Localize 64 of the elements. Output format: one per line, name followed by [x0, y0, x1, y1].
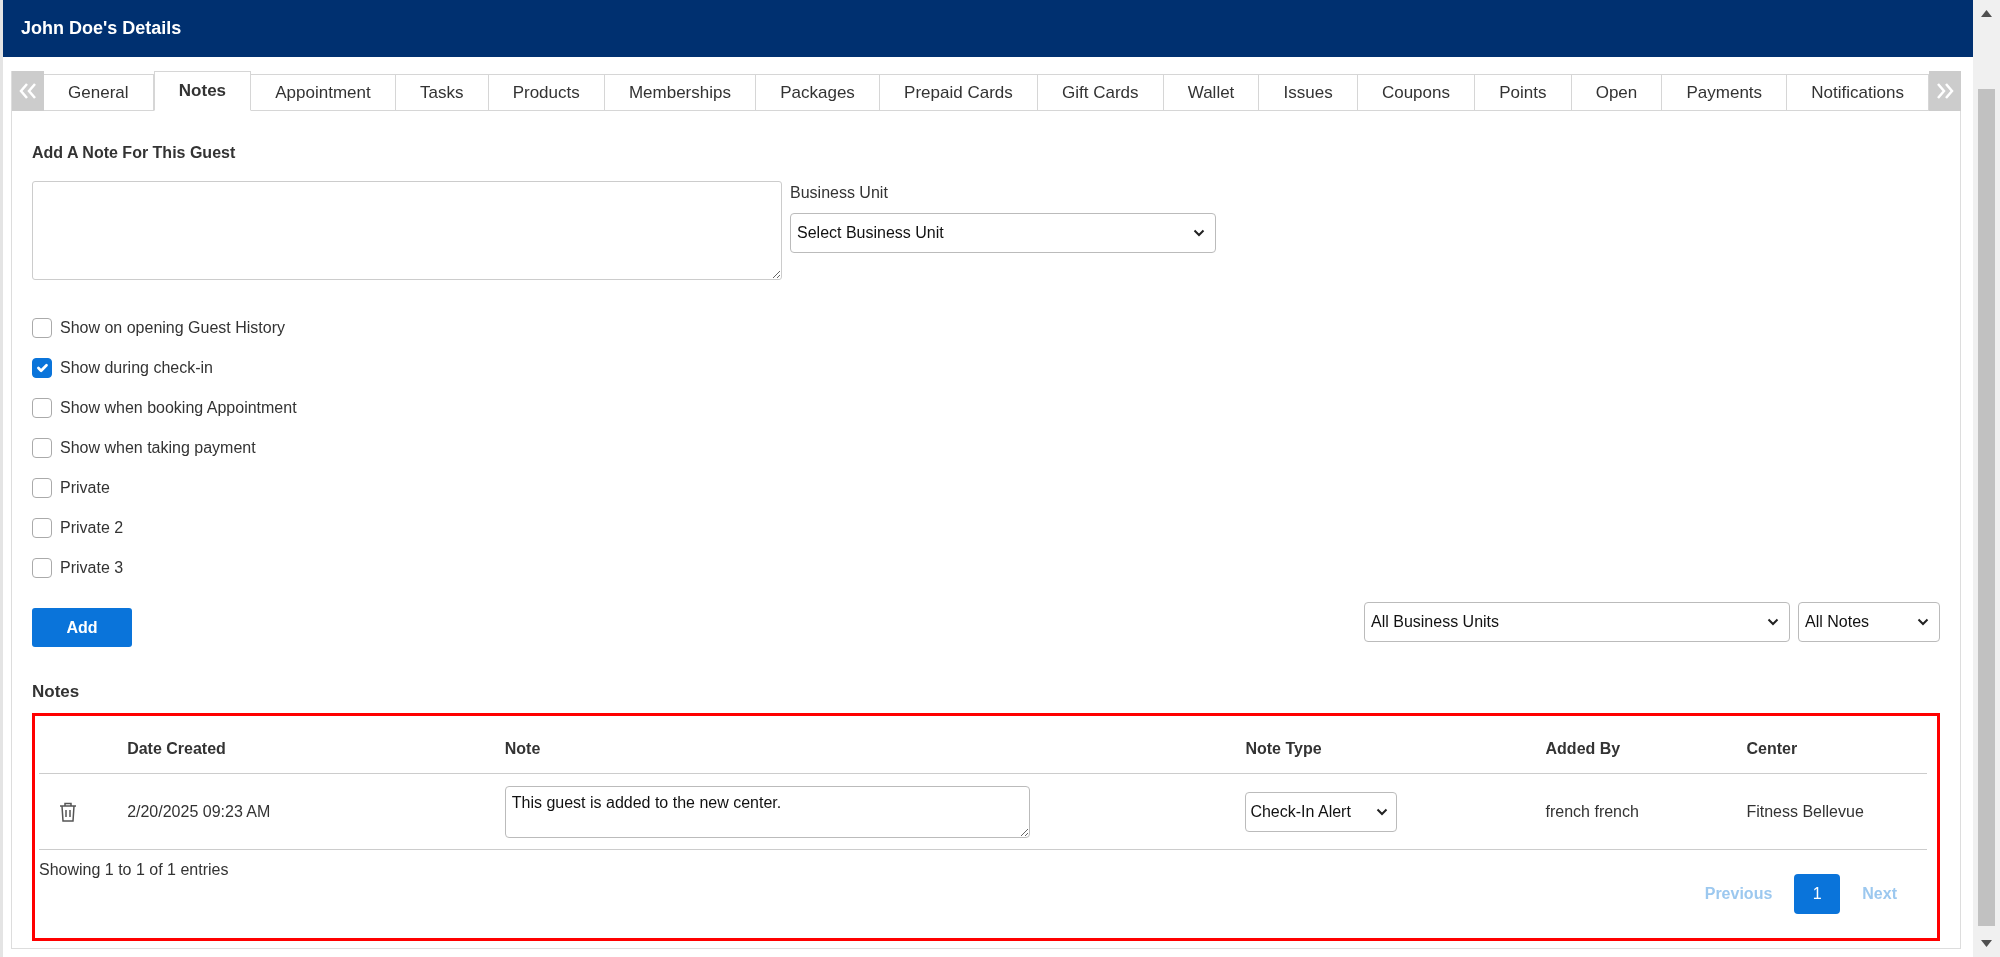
checkbox[interactable] — [32, 478, 52, 498]
filter-dropdown[interactable]: All Notes — [1798, 601, 1940, 642]
checkbox-label: Private 2 — [60, 518, 124, 538]
table-cell: 2/20/2025 09:23 AM — [126, 773, 504, 850]
field-label: Business Unit — [790, 183, 889, 203]
note-field[interactable]: This guest is added to the new center. — [504, 785, 1030, 838]
scroll-left-button[interactable] — [12, 71, 44, 111]
checkbox[interactable] — [32, 358, 52, 378]
column-header: Added By — [1544, 725, 1746, 774]
tab[interactable]: Wallet — [1163, 74, 1260, 111]
column-header: Note — [503, 725, 1245, 774]
checkbox-label: Show when taking payment — [60, 438, 256, 458]
caret-icon — [1767, 617, 1779, 626]
caret-icon — [1917, 617, 1929, 626]
form-heading: Add A Note For This Guest — [32, 143, 237, 163]
tab[interactable]: Notes — [153, 71, 252, 111]
checkbox-label: Private — [60, 478, 110, 498]
tab[interactable]: Payments — [1662, 74, 1788, 111]
scroll-up-icon[interactable] — [1981, 10, 1992, 17]
caret-icon — [1193, 229, 1205, 237]
scroll-right-button[interactable] — [1929, 71, 1961, 111]
trash-icon[interactable] — [59, 802, 77, 823]
note-input-field[interactable] — [32, 181, 782, 280]
checkbox[interactable] — [32, 558, 52, 578]
checkbox[interactable] — [32, 518, 52, 538]
checkbox[interactable] — [32, 318, 52, 338]
tab[interactable]: Prepaid Cards — [880, 74, 1038, 111]
tab[interactable]: Gift Cards — [1037, 74, 1164, 111]
filter-dropdown[interactable]: All Business Units — [1364, 601, 1790, 642]
tab[interactable]: Notifications — [1787, 74, 1929, 111]
tab[interactable]: Products — [488, 74, 605, 111]
scroll-thumb[interactable] — [1978, 89, 1995, 926]
tab[interactable]: Coupons — [1357, 74, 1476, 111]
business-unit-dropdown[interactable]: Select Business Unit — [790, 213, 1216, 253]
tab[interactable]: Issues — [1259, 74, 1358, 111]
tab[interactable]: Tasks — [395, 74, 489, 111]
section-heading: Notes — [32, 681, 81, 703]
checkbox-label: Private 3 — [60, 558, 124, 578]
table-cell: Fitness Bellevue — [1745, 773, 1927, 850]
scrollbar[interactable] — [1973, 0, 2000, 957]
tab[interactable]: Memberships — [604, 74, 757, 111]
window-title: John Doe's Details — [3, 0, 1973, 57]
tab[interactable]: Packages — [756, 74, 880, 111]
caret-icon — [1376, 807, 1389, 816]
double-chevron-right-icon — [1935, 82, 1955, 100]
tab[interactable]: Open — [1571, 74, 1663, 111]
note-type-dropdown[interactable]: Check-In Alert — [1245, 791, 1398, 832]
checkbox-label: Show on opening Guest History — [60, 318, 285, 338]
column-header: Center — [1745, 725, 1927, 774]
double-chevron-left-icon — [18, 82, 38, 100]
tab[interactable]: Points — [1475, 74, 1572, 111]
tab[interactable]: Appointment — [251, 74, 396, 111]
table-cell: french french — [1544, 773, 1746, 850]
column-header: Note Type — [1244, 725, 1545, 774]
add-button[interactable]: Add — [32, 608, 132, 647]
column-header: Date Created — [126, 725, 504, 774]
tab[interactable]: General — [44, 74, 154, 111]
checkbox[interactable] — [32, 398, 52, 418]
entries-summary: Showing 1 to 1 of 1 entries — [39, 860, 229, 880]
page-button[interactable]: 1 — [1794, 874, 1841, 914]
checkbox[interactable] — [32, 438, 52, 458]
checkbox-label: Show when booking Appointment — [60, 398, 297, 418]
checkbox-label: Show during check-in — [60, 358, 213, 378]
scroll-down-icon[interactable] — [1981, 940, 1992, 947]
